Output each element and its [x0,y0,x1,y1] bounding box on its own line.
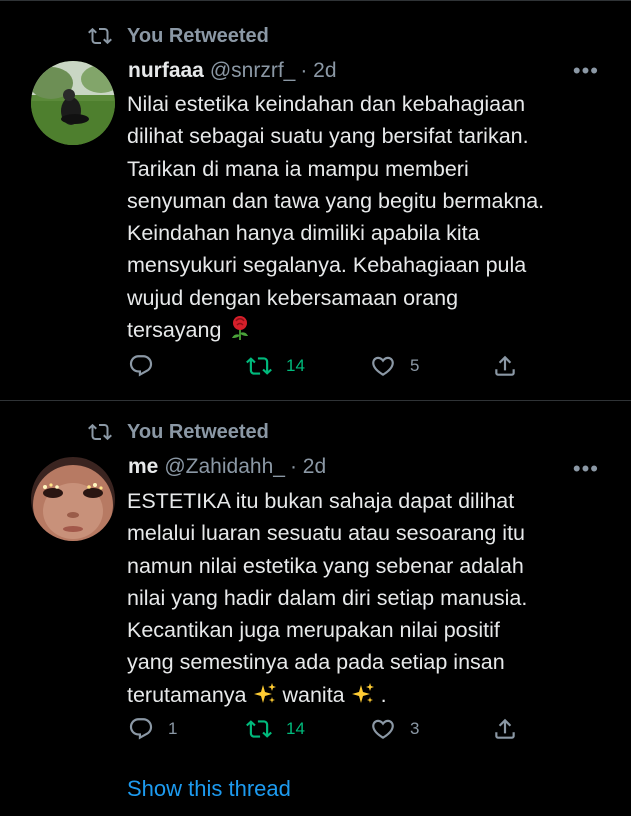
avatar[interactable] [31,61,115,145]
show-thread-link[interactable]: Show this thread [127,776,291,802]
tweet-text-word: . [380,682,387,707]
more-horizontal-icon[interactable]: ••• [573,60,599,82]
heart-icon [372,356,394,376]
retweet-icon [246,720,272,738]
tweet-text-word: wanita [282,682,345,707]
share-icon [495,718,515,739]
display-name[interactable]: me [128,455,158,479]
tweet-text: Nilai estetika keindahan dan kebahagiaan… [127,88,617,346]
retweet-count: 14 [286,356,305,375]
sparkles-emoji-icon [253,682,276,703]
sparkles-emoji-icon [351,682,374,703]
retweet-context[interactable]: You Retweeted [86,420,269,444]
tweet-text-line: yang semestinya ada pada setiap insan [127,650,505,675]
tweet-text-line: Kecantikan juga merupakan nilai positif [127,618,500,643]
retweet-label: You Retweeted [127,420,269,443]
like-button[interactable]: 5 [370,353,419,379]
share-button[interactable] [492,353,518,379]
tweet-text-line: mensyukuri segalanya. Kebahagiaan pula [127,253,527,278]
avatar[interactable] [31,457,115,541]
user-handle[interactable]: @Zahidahh_ [164,455,285,479]
reply-count: 1 [168,719,178,738]
retweet-button[interactable]: 14 [246,716,305,742]
tweet-text-line: terutamanya wanita . [127,679,617,711]
reply-button[interactable] [128,353,168,379]
like-count: 5 [410,356,420,375]
tweet-me[interactable]: You Retweeted me @Zahidahh_ · 2d ••• EST… [0,402,631,816]
tweet-nurfaaa[interactable]: You Retweeted nurfaaa @snrzrf_ · 2d ••• … [0,0,631,401]
tweet-text-line: senyuman dan tawa yang begitu bermakna. [127,188,545,213]
retweet-label: You Retweeted [127,24,269,47]
like-button[interactable]: 3 [370,716,419,742]
reply-icon [129,718,153,740]
timestamp[interactable]: · 2d [300,59,336,83]
reply-button[interactable]: 1 [128,716,177,742]
retweet-icon [246,357,272,375]
tweet-text: ESTETIKA itu bukan sahaja dapat dilihat … [127,485,617,711]
tweet-text-line: Nilai estetika keindahan dan kebahagiaan [127,92,526,116]
retweet-context[interactable]: You Retweeted [86,24,269,48]
tweet-text-line: Keindahan hanya dimiliki apabila kita [127,221,480,246]
share-button[interactable] [492,716,518,742]
tweet-header: nurfaaa @snrzrf_ · 2d [128,59,337,83]
tweet-actions: 14 5 [128,353,528,383]
tweet-text-line: Tarikan di mana ia mampu memberi [127,156,469,181]
rose-emoji-icon [232,316,249,341]
tweet-actions: 1 14 3 [128,716,528,746]
tweet-text-line: namun nilai estetika yang sebenar adalah [127,553,524,578]
heart-icon [372,719,394,739]
reply-icon [129,355,153,377]
like-count: 3 [410,719,420,738]
user-handle[interactable]: @snrzrf_ [210,59,296,83]
tweet-text-line-end: tersayang [127,318,222,343]
tweet-header: me @Zahidahh_ · 2d [128,455,326,479]
display-name[interactable]: nurfaaa [128,59,204,83]
retweet-icon [88,423,112,441]
retweet-icon [88,27,112,45]
retweet-count: 14 [286,719,305,738]
tweet-text-word: terutamanya [127,682,247,707]
tweet-text-line: dilihat sebagai suatu yang bersifat tari… [127,124,529,149]
share-icon [495,355,515,376]
tweet-text-line: melalui luaran sesuatu atau sesoarang it… [127,521,526,546]
tweet-text-line: tersayang [127,314,617,346]
tweet-text-line: nilai yang hadir dalam diri setiap manus… [127,585,528,610]
retweet-button[interactable]: 14 [246,353,305,379]
timestamp[interactable]: · 2d [290,455,326,479]
tweet-text-line: ESTETIKA itu bukan sahaja dapat dilihat [127,489,515,513]
more-horizontal-icon[interactable]: ••• [573,458,599,480]
tweet-text-line: wujud dengan kebersamaan orang [127,285,459,310]
